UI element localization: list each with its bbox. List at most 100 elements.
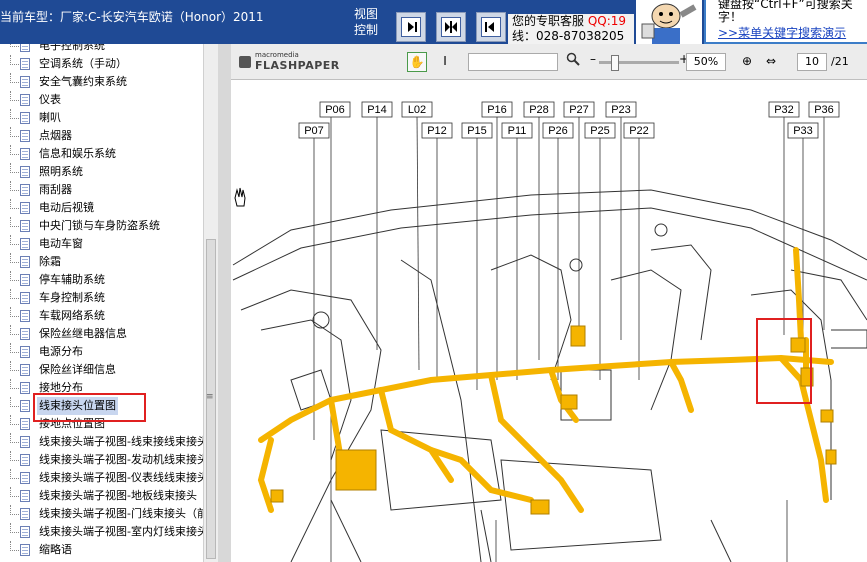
document-icon xyxy=(20,202,30,214)
sidebar-item-label: 中央门锁与车身防盗系统 xyxy=(39,219,160,232)
sidebar-item-label: 电动后视镜 xyxy=(39,201,94,214)
vehicle-title: 当前车型：厂家:C-长安汽车欧诺（Honor）2011 xyxy=(0,10,264,24)
sidebar-item-label: 线束接头端子视图-线束接线束接头 xyxy=(39,435,208,448)
tree-line xyxy=(10,523,19,533)
hand-tool-button[interactable]: ✋ xyxy=(407,52,427,72)
tree-line xyxy=(10,469,19,479)
tree-line xyxy=(10,505,19,515)
document-icon xyxy=(20,166,30,178)
zoom-slider-knob[interactable] xyxy=(611,55,619,71)
customer-service: 您的专职客服 QQ:19 线：028-87038205 xyxy=(508,14,634,44)
tree-line xyxy=(10,235,19,245)
tree-line xyxy=(10,145,19,155)
document-icon xyxy=(20,130,30,142)
document-icon xyxy=(20,220,30,232)
document-icon xyxy=(20,526,30,538)
document-icon xyxy=(20,94,30,106)
service-qq[interactable]: QQ:19 xyxy=(588,14,626,28)
pane-splitter[interactable] xyxy=(218,44,231,562)
flashpaper-logo-icon xyxy=(239,56,251,68)
sidebar-item-label: 缩略语 xyxy=(39,543,72,556)
zoom-level[interactable]: 50% xyxy=(686,53,726,71)
sidebar-item-label: 保险丝详细信息 xyxy=(39,363,116,376)
sidebar-item-label: 保险丝继电器信息 xyxy=(39,327,127,340)
search-hint: 键盘按“Ctrl+F”可搜索关 字！ >>菜单关键字搜索演示 xyxy=(704,0,867,44)
sidebar-item-label: 电源分布 xyxy=(39,345,83,358)
harness-location-diagram: P06 P14 L02 P16 P28 P27 P23 P32 P36 P07 P12 P15 P11… xyxy=(232,101,867,562)
sidebar-item-label: 喇叭 xyxy=(39,111,61,124)
sidebar-item-label: 停车辅助系统 xyxy=(39,273,105,286)
split-arrows-icon xyxy=(445,21,457,33)
tree-line xyxy=(10,451,19,461)
mascot-icon xyxy=(641,3,697,44)
sidebar-item-label: 安全气囊约束系统 xyxy=(39,75,127,88)
search-demo-link[interactable]: >>菜单关键字搜索演示 xyxy=(718,27,867,40)
tree-line xyxy=(10,253,19,263)
tree-line xyxy=(10,44,19,47)
hint-text-2: 字！ xyxy=(718,10,743,24)
document-icon xyxy=(20,148,30,160)
document-icon xyxy=(20,508,30,520)
sidebar-item-label: 点烟器 xyxy=(39,129,72,142)
text-cursor-icon: I xyxy=(443,54,447,68)
sidebar-item-label: 线束接头端子视图-门线束接头（前 xyxy=(39,507,208,520)
connector-callout-label: P15 xyxy=(467,125,487,137)
connector-callout-label: P06 xyxy=(325,104,345,116)
sidebar-item-label: 电动车窗 xyxy=(39,237,83,250)
sidebar-item-label: 空调系统（手动） xyxy=(39,57,127,70)
sidebar-item-label: 线束接头端子视图-室内灯线束接头 xyxy=(39,525,208,538)
sidebar-item-label: 仪表 xyxy=(39,93,61,106)
document-icon xyxy=(20,112,30,124)
document-icon xyxy=(20,238,30,250)
logo-brand-text: FLASHPAPER xyxy=(255,59,340,72)
logo-small-text: macromedia xyxy=(255,51,299,59)
nav-back-button[interactable] xyxy=(476,12,506,42)
sidebar-item-label: 雨刮器 xyxy=(39,183,72,196)
document-icon xyxy=(20,58,30,70)
tree-line xyxy=(10,109,19,119)
nav-forward-button[interactable] xyxy=(396,12,426,42)
fit-width-button[interactable]: ⇔ xyxy=(761,52,781,72)
sidebar-item-label: 线束接头端子视图-地板线束接头 xyxy=(39,489,197,502)
connector-callout-label: P11 xyxy=(508,125,527,137)
arrow-left-icon xyxy=(485,22,494,32)
document-icon xyxy=(20,400,30,412)
fit-page-button[interactable]: ⊕ xyxy=(737,52,757,72)
connector-callout-label: P36 xyxy=(814,104,834,116)
callout-row-top: P06 P14 L02 P16 P28 P27 P23 P32 P36 xyxy=(319,101,840,118)
search-button[interactable] xyxy=(563,52,583,72)
document-icon xyxy=(20,544,30,556)
search-icon xyxy=(566,52,580,66)
connector-callout-label: P32 xyxy=(774,104,794,116)
sidebar-scrollbar[interactable]: ≡ xyxy=(203,44,218,562)
tree-line xyxy=(10,325,19,335)
sidebar-item-label: 照明系统 xyxy=(39,165,83,178)
tree-line xyxy=(10,433,19,443)
tree-line xyxy=(10,163,19,173)
document-icon xyxy=(20,346,30,358)
sidebar-item-label: 线束接头端子视图-仪表线线束接头 xyxy=(39,471,208,484)
sidebar-item-label: 除霜 xyxy=(39,255,61,268)
tree-line xyxy=(10,199,19,209)
document-icon xyxy=(20,472,30,484)
text-select-button[interactable]: I xyxy=(435,52,455,72)
view-control-label: 视图控制 xyxy=(354,7,379,37)
connector-callout-label: P14 xyxy=(367,104,387,116)
page-total: /21 xyxy=(831,55,849,68)
hand-cursor-icon xyxy=(234,187,246,207)
zoom-out-button[interactable]: – xyxy=(583,50,603,70)
document-icon xyxy=(20,44,30,52)
page-number-input[interactable]: 10 xyxy=(797,53,827,71)
tree-line xyxy=(10,289,19,299)
document-icon xyxy=(20,274,30,286)
search-input[interactable] xyxy=(468,53,558,71)
tree-line xyxy=(10,379,19,389)
tree-line xyxy=(10,361,19,371)
service-phone: 线：028-87038205 xyxy=(512,29,625,43)
document-icon xyxy=(20,256,30,268)
arrow-right-icon xyxy=(408,22,417,32)
sidebar-item-label: 线束接头端子视图-发动机线束接头 xyxy=(39,453,208,466)
connector-callout-label: P28 xyxy=(529,104,549,116)
nav-split-button[interactable] xyxy=(436,12,466,42)
document-icon xyxy=(20,436,30,448)
